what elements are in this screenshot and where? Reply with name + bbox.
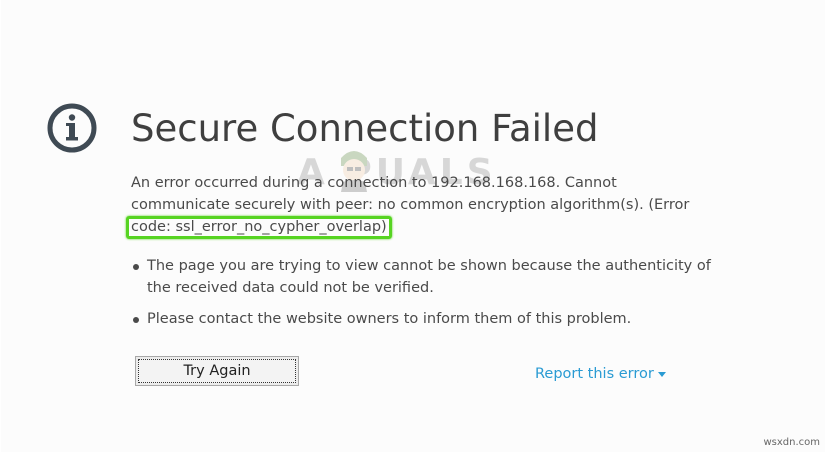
- error-message: An error occurred during a connection to…: [126, 172, 711, 239]
- report-error-label: Report this error: [535, 366, 654, 382]
- error-details-list: The page you are trying to view cannot b…: [131, 255, 711, 339]
- try-again-label: Try Again: [138, 359, 296, 383]
- info-circle-icon: [47, 103, 97, 153]
- error-message-text: An error occurred during a connection to…: [131, 175, 690, 213]
- list-item: The page you are trying to view cannot b…: [131, 255, 711, 299]
- chevron-down-icon: [657, 371, 666, 377]
- list-item-text: Please contact the website owners to inf…: [147, 311, 632, 327]
- list-item-text: The page you are trying to view cannot b…: [147, 258, 711, 296]
- error-page: Secure Connection Failed A PUALS An erro…: [0, 0, 825, 452]
- try-again-button[interactable]: Try Again: [135, 356, 299, 386]
- report-error-link[interactable]: Report this error: [535, 366, 666, 382]
- site-watermark: wsxdn.com: [763, 437, 820, 448]
- bullet-icon: [133, 317, 139, 323]
- list-item: Please contact the website owners to inf…: [131, 308, 711, 330]
- error-code-highlight: code: ssl_error_no_cypher_overlap): [126, 216, 392, 239]
- bullet-icon: [133, 264, 139, 270]
